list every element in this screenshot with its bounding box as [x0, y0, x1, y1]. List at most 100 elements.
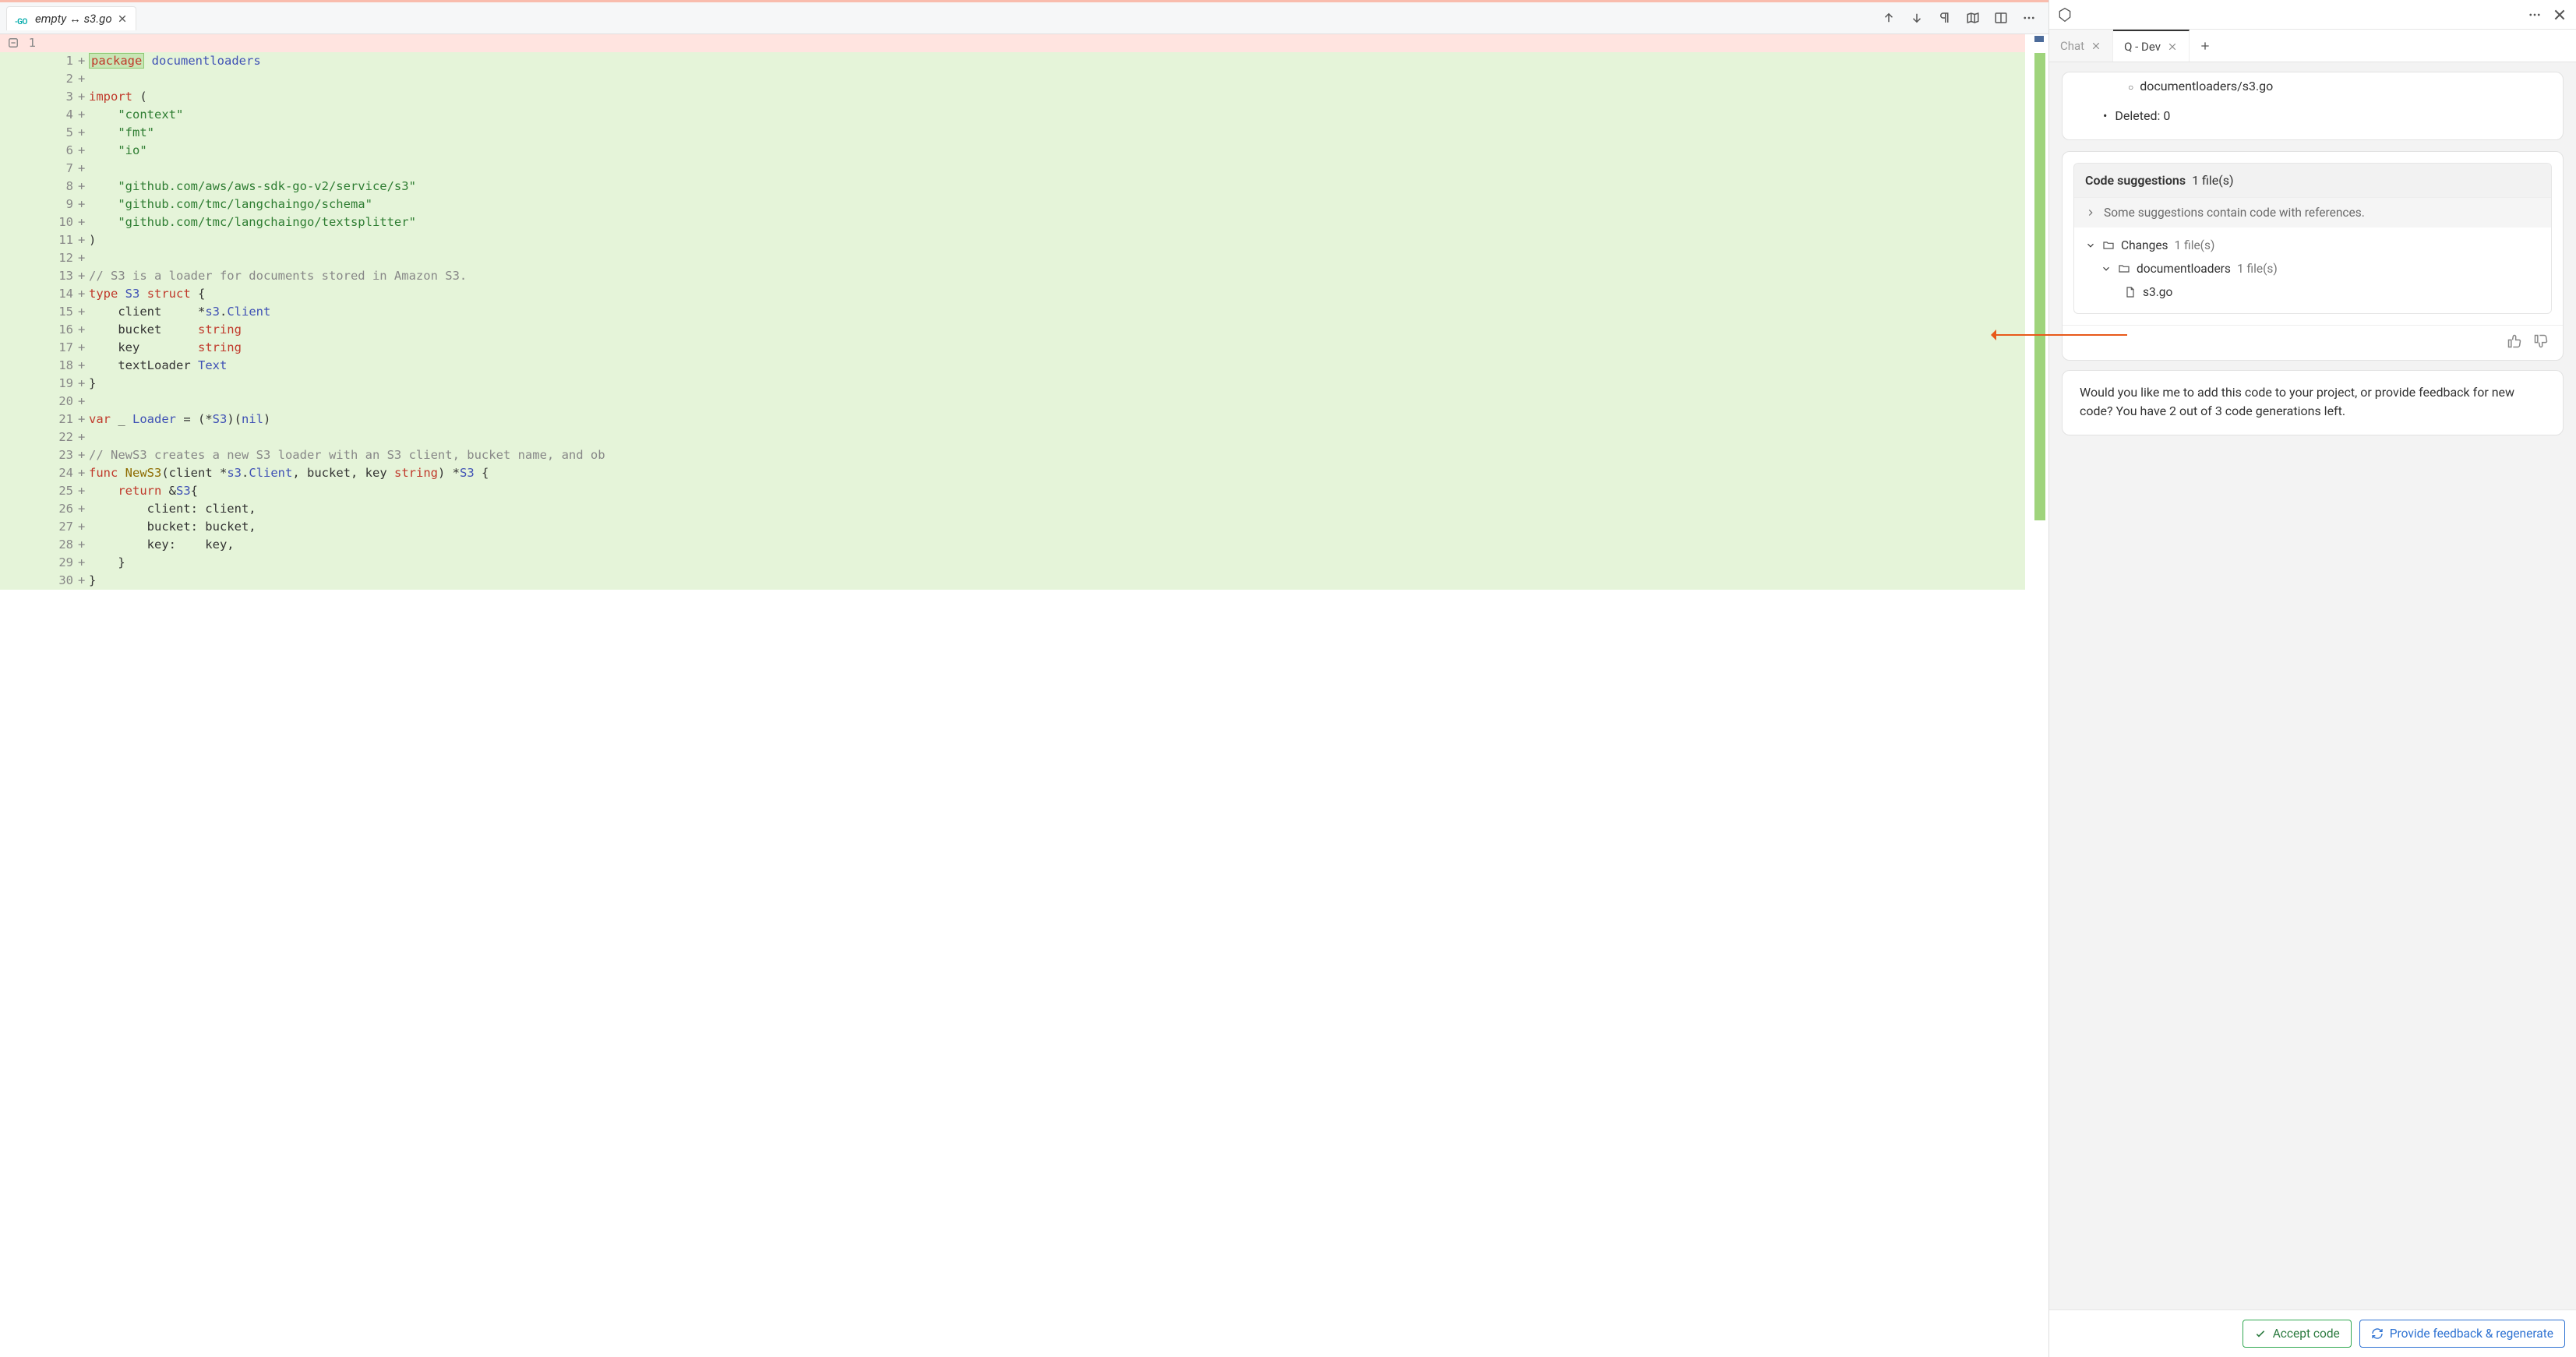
accept-code-button[interactable]: Accept code	[2243, 1320, 2352, 1348]
tab-label: Q - Dev	[2124, 40, 2161, 54]
sidebar-top-bar	[2049, 0, 2576, 30]
tree-file-row[interactable]: s3.go	[2085, 280, 2540, 304]
code-line: 25+ return &S3{	[0, 482, 2048, 500]
code-line: 20+	[0, 393, 2048, 411]
code-line: 1+package documentloaders	[0, 52, 2048, 70]
chevron-down-icon	[2085, 240, 2096, 251]
thumbs-down-icon[interactable]	[2533, 333, 2549, 349]
summary-file-path: documentloaders/s3.go	[2128, 77, 2546, 96]
summary-deleted: Deleted: 0	[2103, 107, 2546, 125]
code-line: 1	[0, 34, 2048, 52]
tree-folder-row[interactable]: documentloaders 1 file(s)	[2085, 257, 2540, 280]
code-line: 19+}	[0, 375, 2048, 393]
code-line: 24+func NewS3(client *s3.Client, bucket,…	[0, 464, 2048, 482]
arrow-up-icon[interactable]	[1880, 9, 1897, 26]
code-line: 9+ "github.com/tmc/langchaingo/schema"	[0, 196, 2048, 213]
sidebar-footer: Accept code Provide feedback & regenerat…	[2049, 1309, 2576, 1357]
file-icon	[2124, 286, 2137, 298]
minimap-added-region	[2034, 53, 2045, 520]
references-note: Some suggestions contain code with refer…	[2104, 206, 2365, 220]
sidebar-tabs: Chat Q - Dev	[2049, 30, 2576, 62]
close-icon[interactable]	[2167, 41, 2178, 52]
chevron-right-icon	[2085, 207, 2096, 218]
tab-q-dev[interactable]: Q - Dev	[2113, 30, 2190, 62]
pilcrow-icon[interactable]	[1936, 9, 1953, 26]
code-suggestions-card: Code suggestions 1 file(s) Some suggesti…	[2062, 151, 2564, 361]
prompt-text: Would you like me to add this code to yo…	[2080, 385, 2514, 418]
code-line: 2+	[0, 70, 2048, 88]
code-line: 27+ bucket: bucket,	[0, 518, 2048, 536]
code-line: 16+ bucket string	[0, 321, 2048, 339]
regenerate-button[interactable]: Provide feedback & regenerate	[2359, 1320, 2565, 1348]
summary-bubble: documentloaders/s3.go Deleted: 0	[2062, 72, 2564, 140]
minimap-marker	[2034, 36, 2044, 42]
code-line: 8+ "github.com/aws/aws-sdk-go-v2/service…	[0, 178, 2048, 196]
sidebar-panel: Chat Q - Dev documentloaders/s3.go Delet…	[2049, 0, 2576, 1357]
map-icon[interactable]	[1964, 9, 1981, 26]
code-line: 28+ key: key,	[0, 536, 2048, 554]
sidebar-body[interactable]: documentloaders/s3.go Deleted: 0 Code su…	[2049, 62, 2576, 1309]
editor-toolbar	[1880, 9, 2042, 26]
code-line: 29+ }	[0, 554, 2048, 572]
code-line: 23+// NewS3 creates a new S3 loader with…	[0, 446, 2048, 464]
code-line: 26+ client: client,	[0, 500, 2048, 518]
more-icon[interactable]	[2020, 9, 2038, 26]
code-line: 18+ textLoader Text	[0, 357, 2048, 375]
suggestions-tree: Changes 1 file(s) documentloaders 1 file…	[2074, 227, 2551, 313]
code-line: 5+ "fmt"	[0, 124, 2048, 142]
tab-chat[interactable]: Chat	[2049, 30, 2113, 62]
close-icon[interactable]	[2091, 41, 2101, 51]
code-line: 15+ client *s3.Client	[0, 303, 2048, 321]
tree-count: 1 file(s)	[2175, 238, 2215, 252]
code-line: 4+ "context"	[0, 106, 2048, 124]
code-line: 12+	[0, 249, 2048, 267]
minimap-strip	[2025, 34, 2048, 1357]
tree-changes-row[interactable]: Changes 1 file(s)	[2085, 234, 2540, 257]
feedback-row	[2063, 325, 2563, 360]
editor-panel: empty ↔ s3.go 11+package documentloaders…	[0, 0, 2049, 1357]
arrow-down-icon[interactable]	[1908, 9, 1925, 26]
code-line: 13+// S3 is a loader for documents store…	[0, 267, 2048, 285]
button-label: Provide feedback & regenerate	[2390, 1327, 2553, 1341]
code-line: 6+ "io"	[0, 142, 2048, 160]
tree-label: documentloaders	[2137, 262, 2231, 276]
tree-label: Changes	[2121, 238, 2168, 252]
suggestions-title: Code suggestions	[2085, 173, 2186, 188]
editor-tab-label: empty ↔ s3.go	[35, 12, 112, 26]
folder-icon	[2118, 263, 2130, 275]
close-icon[interactable]	[2551, 6, 2568, 23]
folder-icon	[2102, 239, 2115, 252]
code-line: 10+ "github.com/tmc/langchaingo/textspli…	[0, 213, 2048, 231]
code-diff-view[interactable]: 11+package documentloaders2+3+import (4+…	[0, 34, 2048, 1357]
code-line: 7+	[0, 160, 2048, 178]
suggestions-references-row[interactable]: Some suggestions contain code with refer…	[2074, 197, 2551, 227]
code-line: 30+}	[0, 572, 2048, 590]
code-line: 21+var _ Loader = (*S3)(nil)	[0, 411, 2048, 428]
app-hex-icon	[2057, 7, 2073, 23]
chevron-down-icon	[2101, 263, 2112, 274]
code-line: 17+ key string	[0, 339, 2048, 357]
annotation-arrow	[1995, 334, 2127, 336]
editor-tab-bar: empty ↔ s3.go	[0, 0, 2048, 34]
tree-label: s3.go	[2143, 285, 2172, 299]
add-tab-button[interactable]	[2190, 40, 2221, 52]
editor-tab[interactable]: empty ↔ s3.go	[6, 6, 136, 30]
suggestions-header: Code suggestions 1 file(s)	[2074, 164, 2551, 197]
refresh-icon	[2371, 1327, 2384, 1340]
prompt-bubble: Would you like me to add this code to yo…	[2062, 370, 2564, 435]
code-line: 22+	[0, 428, 2048, 446]
code-line: 11+)	[0, 231, 2048, 249]
fold-icon[interactable]	[8, 36, 19, 47]
more-icon[interactable]	[2526, 6, 2543, 23]
check-icon	[2254, 1327, 2267, 1340]
tab-label: Chat	[2060, 39, 2084, 53]
suggestions-count: 1 file(s)	[2192, 173, 2234, 188]
tree-count: 1 file(s)	[2237, 262, 2278, 276]
go-file-icon	[15, 13, 30, 24]
code-line: 14+type S3 struct {	[0, 285, 2048, 303]
thumbs-up-icon[interactable]	[2507, 333, 2522, 349]
button-label: Accept code	[2273, 1327, 2340, 1341]
close-icon[interactable]	[117, 13, 128, 24]
split-layout-icon[interactable]	[1992, 9, 2010, 26]
code-line: 3+import (	[0, 88, 2048, 106]
